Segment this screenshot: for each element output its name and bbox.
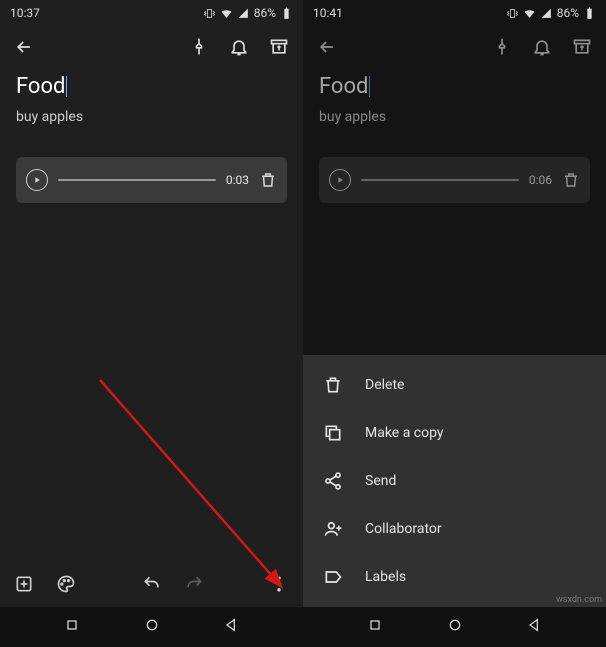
note-title[interactable]: Food [16,74,65,99]
nav-bar [303,607,606,647]
status-bar: 10:41 86% [303,0,606,26]
screen-right: 10:41 86% Food buy apples 0: [303,0,606,647]
bottom-toolbar [0,561,303,607]
battery-icon [583,7,596,20]
note-title[interactable]: Food [319,74,368,99]
note-content: Food buy apples [303,68,606,135]
archive-button[interactable] [261,29,297,65]
audio-duration: 0:06 [529,173,552,187]
audio-attachment: 0:03 [16,157,287,203]
watermark: wsxdn.com [556,595,602,605]
delete-audio-button[interactable] [259,171,277,189]
nav-bar [0,607,303,647]
nav-recent[interactable] [367,617,383,637]
signal-icon [237,7,250,20]
menu-copy[interactable]: Make a copy [303,409,606,457]
reminder-button[interactable] [221,29,257,65]
wifi-icon [523,7,536,20]
nav-recent[interactable] [64,617,80,637]
menu-copy-label: Make a copy [365,425,444,441]
app-bar [0,26,303,68]
play-button[interactable] [329,169,351,191]
menu-send-label: Send [365,473,396,489]
reminder-button[interactable] [524,29,560,65]
note-body[interactable]: buy apples [319,109,590,125]
overflow-menu: Delete Make a copy Send Collaborator Lab… [303,355,606,607]
menu-collaborator[interactable]: Collaborator [303,505,606,553]
add-button[interactable] [6,566,42,602]
screen-left: 10:37 86% Food buy apples 0: [0,0,303,647]
status-icons: 86% [203,6,293,20]
palette-button[interactable] [48,566,84,602]
audio-duration: 0:03 [226,173,249,187]
pin-button[interactable] [181,29,217,65]
nav-back[interactable] [526,617,542,637]
status-bar: 10:37 86% [0,0,303,26]
redo-button [176,566,212,602]
menu-send[interactable]: Send [303,457,606,505]
play-button[interactable] [26,169,48,191]
back-button[interactable] [309,29,345,65]
vibrate-icon [203,7,216,20]
clock: 10:41 [313,6,343,20]
menu-labels-label: Labels [365,569,406,585]
note-content: Food buy apples [0,68,303,135]
nav-back[interactable] [223,617,239,637]
menu-labels[interactable]: Labels [303,553,606,601]
nav-home[interactable] [447,617,463,637]
delete-audio-button[interactable] [562,171,580,189]
note-body[interactable]: buy apples [16,109,287,125]
signal-icon [540,7,553,20]
wifi-icon [220,7,233,20]
menu-delete[interactable]: Delete [303,361,606,409]
archive-button[interactable] [564,29,600,65]
back-button[interactable] [6,29,42,65]
clock: 10:37 [10,6,40,20]
menu-delete-label: Delete [365,377,404,393]
nav-home[interactable] [144,617,160,637]
menu-collaborator-label: Collaborator [365,521,442,537]
vibrate-icon [506,7,519,20]
status-icons: 86% [506,6,596,20]
undo-button[interactable] [134,566,170,602]
audio-track[interactable] [58,179,216,181]
battery-percent: 86% [254,6,276,20]
battery-percent: 86% [557,6,579,20]
audio-track[interactable] [361,179,519,181]
more-button[interactable] [261,566,297,602]
pin-button[interactable] [484,29,520,65]
audio-attachment: 0:06 [319,157,590,203]
app-bar [303,26,606,68]
battery-icon [280,7,293,20]
